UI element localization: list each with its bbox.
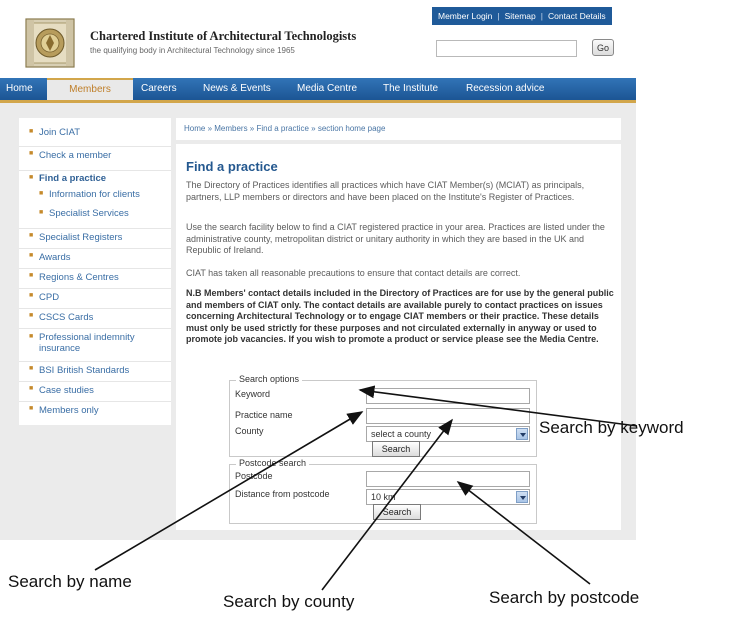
annotation-arrows: [94, 385, 638, 591]
arrow-to-practice-name-field: [94, 411, 364, 571]
arrow-to-keyword-field: [358, 385, 638, 427]
arrow-to-county-select: [321, 418, 453, 591]
arrow-to-postcode-field: [456, 481, 591, 585]
